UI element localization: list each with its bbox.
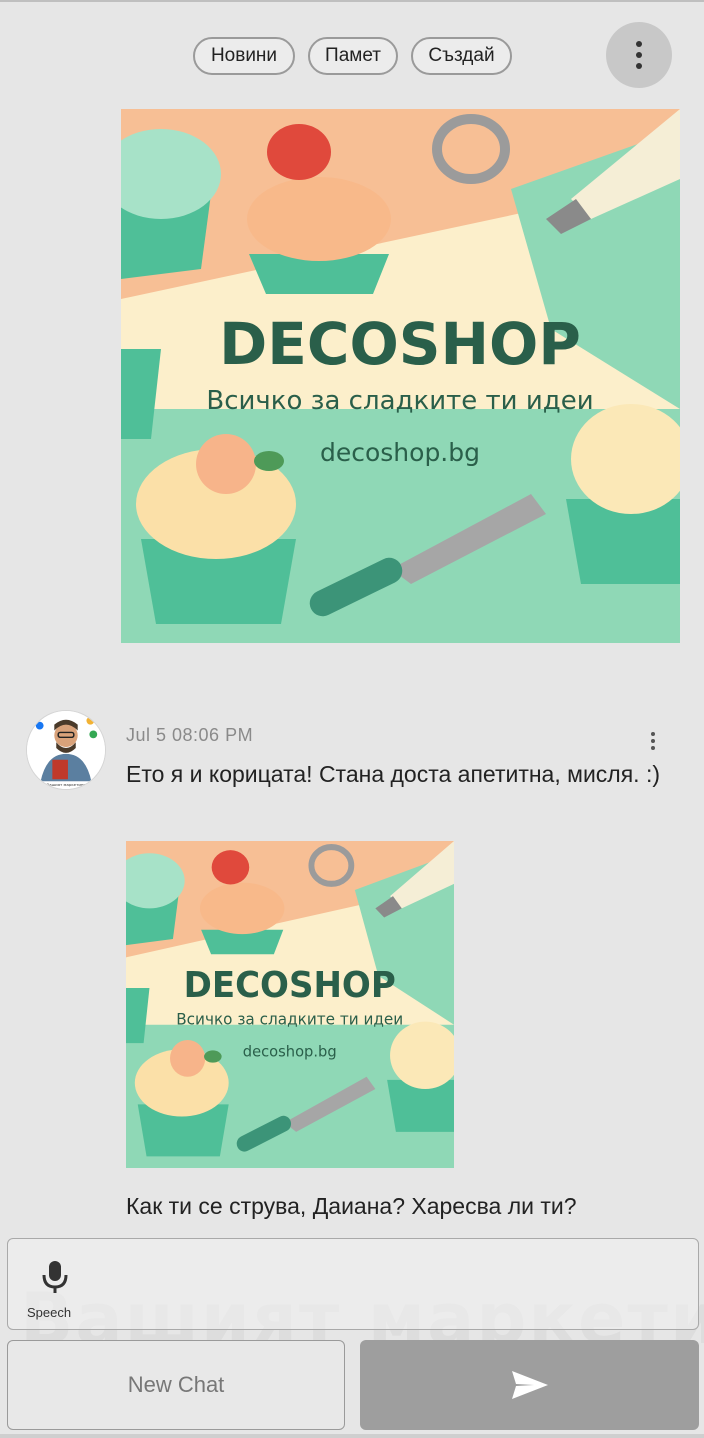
message-text: Ето я и корицата! Стана доста апетитна, … xyxy=(126,761,660,787)
banner-url: decoshop.bg xyxy=(320,438,480,467)
banner-tagline: Всичко за сладките ти идеи xyxy=(206,386,593,416)
send-button[interactable] xyxy=(360,1340,699,1430)
banner-brand: DECOSHOP xyxy=(219,310,581,378)
banner-tagline: Всичко за сладките ти идеи xyxy=(176,1010,403,1028)
avatar-caption: Вашият маркетинг xyxy=(47,782,86,787)
banner-brand: DECOSHOP xyxy=(184,965,396,1006)
microphone-icon[interactable] xyxy=(35,1257,75,1297)
chip-news[interactable]: Новини xyxy=(193,37,295,75)
new-chat-button[interactable]: New Chat xyxy=(7,1340,345,1430)
chip-memory[interactable]: Памет xyxy=(308,37,398,75)
more-vertical-icon[interactable] xyxy=(606,22,672,88)
banner-image-small[interactable]: DECOSHOP Всичко за сладките ти идеи deco… xyxy=(126,841,454,1168)
bottom-divider xyxy=(0,1434,704,1438)
chip-create[interactable]: Създай xyxy=(411,37,512,75)
message-composer[interactable]: Speech xyxy=(7,1238,699,1330)
banner-url: decoshop.bg xyxy=(243,1042,337,1060)
send-icon xyxy=(511,1371,548,1399)
chat-screen: Вашият маркетинг Новини Памет Създай xyxy=(0,0,704,1438)
message-text: Как ти се струва, Даиана? Харесва ли ти? xyxy=(126,1193,577,1219)
avatar[interactable]: Вашият маркетинг xyxy=(26,710,106,790)
banner-image-large: DECOSHOP Всичко за сладките ти идеи deco… xyxy=(121,109,680,643)
top-divider xyxy=(0,0,704,2)
speech-label: Speech xyxy=(27,1305,72,1320)
message-timestamp: Jul 5 08:06 PM xyxy=(126,725,254,745)
